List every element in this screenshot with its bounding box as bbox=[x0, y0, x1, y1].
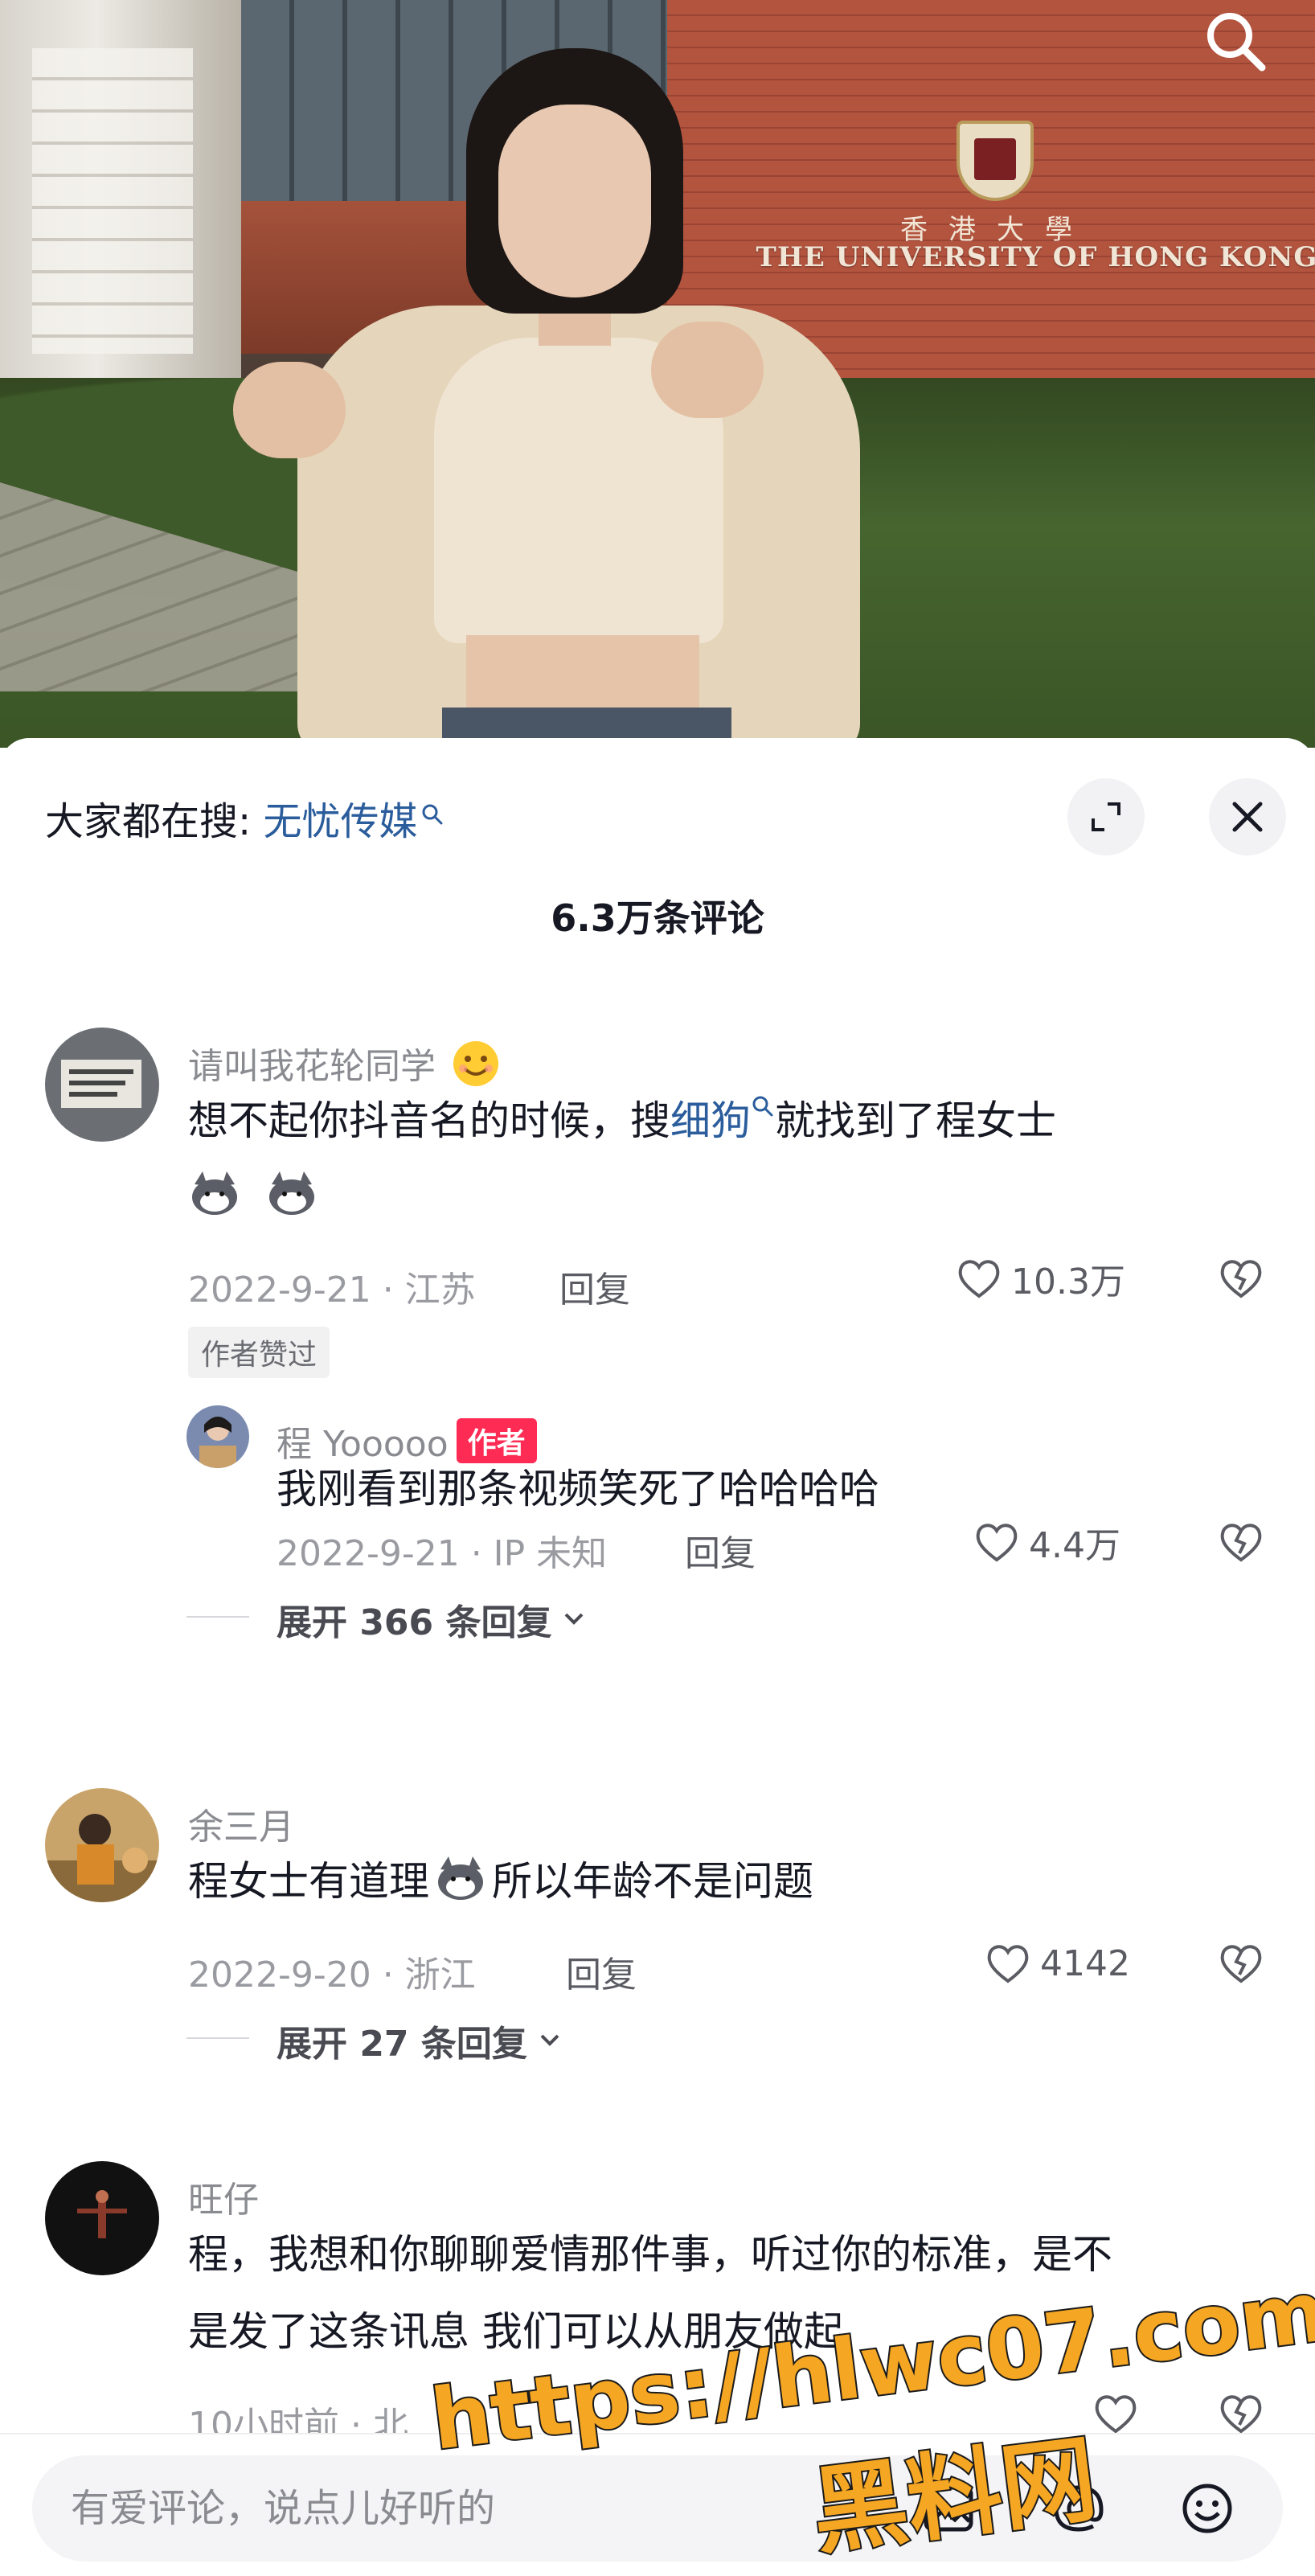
search-icon[interactable] bbox=[1198, 3, 1275, 80]
reply-button[interactable]: 回复 bbox=[685, 1524, 756, 1576]
reply-button[interactable]: 回复 bbox=[566, 1946, 637, 1997]
hot-search-keyword[interactable]: 无忧传媒 bbox=[263, 799, 417, 844]
avatar[interactable] bbox=[45, 1788, 159, 1902]
expand-icon bbox=[1092, 802, 1120, 831]
dog-emoji-icon bbox=[192, 1171, 237, 1215]
like-button[interactable] bbox=[1090, 2388, 1148, 2439]
like-button[interactable]: 4.4万 bbox=[971, 1516, 1120, 1568]
university-crest bbox=[957, 121, 1034, 201]
avatar[interactable] bbox=[45, 1028, 159, 1142]
dislike-button[interactable] bbox=[1215, 1516, 1267, 1571]
username[interactable]: 旺仔 bbox=[188, 2171, 259, 2222]
dog-emoji-icon bbox=[438, 1856, 483, 1900]
expand-replies-button[interactable]: 展开 366 条回复 bbox=[277, 1594, 590, 1645]
comment-emoji-row bbox=[188, 1158, 318, 1235]
expand-divider bbox=[186, 2037, 249, 2039]
close-icon bbox=[1232, 802, 1263, 832]
comment-sheet: 大家都在搜: 无忧传媒 6.3万条评论 请叫我花轮同学 想不起你抖音名的时候，搜… bbox=[0, 738, 1315, 2576]
image-icon[interactable] bbox=[916, 2476, 981, 2541]
comment-input[interactable] bbox=[71, 2455, 875, 2562]
reply-text: 我刚看到那条视频笑死了哈哈哈哈 bbox=[277, 1466, 879, 1512]
expand-replies-label: 展开 27 条回复 bbox=[277, 2024, 527, 2065]
expand-divider bbox=[186, 1616, 249, 1618]
like-count: 4.4万 bbox=[1029, 1525, 1120, 1566]
heart-icon bbox=[958, 1260, 1000, 1298]
comment-text-part: 所以年龄不是问题 bbox=[492, 1858, 813, 1905]
avatar[interactable] bbox=[186, 1405, 249, 1468]
search-icon bbox=[420, 791, 444, 836]
search-icon bbox=[752, 1096, 773, 1117]
avatar[interactable] bbox=[45, 2161, 159, 2275]
comment-input-container bbox=[32, 2455, 1283, 2562]
reply-item: 程 Yooooo 作者 我刚看到那条视频笑死了哈哈哈哈 2022-9-21 · I… bbox=[0, 1405, 1315, 1663]
video-player[interactable]: 香港大學 THE UNIVERSITY OF HONG KONG bbox=[0, 0, 1315, 748]
comment-text-part: 就找到了程女士 bbox=[775, 1097, 1056, 1144]
expand-replies-button[interactable]: 展开 27 条回复 bbox=[277, 2015, 566, 2066]
comment-text: 程女士有道理 所以年龄不是问题 bbox=[188, 1843, 813, 1920]
comment-item: 余三月 程女士有道理 所以年龄不是问题 2022-9-20 · 浙江 回复 414… bbox=[0, 1788, 1315, 2065]
comment-item: 旺仔 程，我想和你聊聊爱情那件事，听过你的标准，是不 是发了这条讯息 我们可以从… bbox=[0, 2161, 1315, 2446]
comment-keyword-link[interactable]: 细狗 bbox=[670, 1097, 751, 1144]
comment-text-part: 程女士有道理 bbox=[188, 1858, 429, 1905]
reply-meta: 2022-9-21 · IP 未知 bbox=[277, 1533, 608, 1574]
username[interactable]: 余三月 bbox=[188, 1798, 294, 1849]
author-liked-badge: 作者赞过 bbox=[188, 1327, 330, 1378]
comment-text: 想不起你抖音名的时候，搜细狗 就找到了程女士 bbox=[188, 1082, 1056, 1159]
comment-meta: 2022-9-20 · 浙江 bbox=[188, 1955, 476, 1996]
username-text: 请叫我花轮同学 bbox=[188, 1046, 436, 1087]
hot-search-bar: 大家都在搜: 无忧传媒 bbox=[45, 790, 444, 846]
heart-icon bbox=[987, 1945, 1029, 1983]
expand-replies-label: 展开 366 条回复 bbox=[277, 1602, 552, 1643]
heart-icon bbox=[1095, 2395, 1137, 2434]
dislike-icon bbox=[1220, 1260, 1262, 1298]
comment-text-line: 程，我想和你聊聊爱情那件事，听过你的标准，是不 bbox=[188, 2231, 1112, 2278]
chevron-down-icon bbox=[540, 2034, 559, 2046]
comment-count: 6.3万条评论 bbox=[551, 896, 764, 940]
comment-text-part: 想不起你抖音名的时候，搜 bbox=[188, 1097, 670, 1144]
like-count: 10.3万 bbox=[1011, 1261, 1125, 1302]
expand-button[interactable] bbox=[1067, 778, 1145, 855]
comment-item: 请叫我花轮同学 想不起你抖音名的时候，搜细狗 就找到了程女士 2022-9-21 … bbox=[0, 1028, 1315, 1446]
emoji-icon[interactable] bbox=[1175, 2476, 1239, 2541]
dislike-icon bbox=[1220, 1524, 1262, 1562]
hot-search-prefix: 大家都在搜: bbox=[45, 799, 252, 844]
like-button[interactable]: 4142 bbox=[982, 1938, 1130, 1989]
comment-meta: 2022-9-21 · 江苏 bbox=[188, 1270, 476, 1311]
like-count: 4142 bbox=[1040, 1942, 1130, 1984]
chevron-down-icon bbox=[565, 1613, 584, 1625]
reply-button[interactable]: 回复 bbox=[559, 1261, 630, 1312]
dislike-icon bbox=[1220, 2395, 1262, 2434]
comment-text-line: 是发了这条讯息 我们可以从朋友做起 bbox=[188, 2308, 844, 2355]
heart-icon bbox=[976, 1524, 1018, 1562]
dislike-icon bbox=[1220, 1945, 1262, 1983]
video-person bbox=[201, 32, 924, 748]
dog-emoji-icon bbox=[268, 1171, 314, 1215]
close-button[interactable] bbox=[1209, 778, 1286, 855]
dislike-button[interactable] bbox=[1215, 1938, 1267, 1992]
dislike-button[interactable] bbox=[1215, 1253, 1267, 1307]
at-icon[interactable] bbox=[1047, 2476, 1111, 2541]
comment-input-bar bbox=[0, 2433, 1315, 2576]
like-button[interactable]: 10.3万 bbox=[953, 1253, 1125, 1304]
